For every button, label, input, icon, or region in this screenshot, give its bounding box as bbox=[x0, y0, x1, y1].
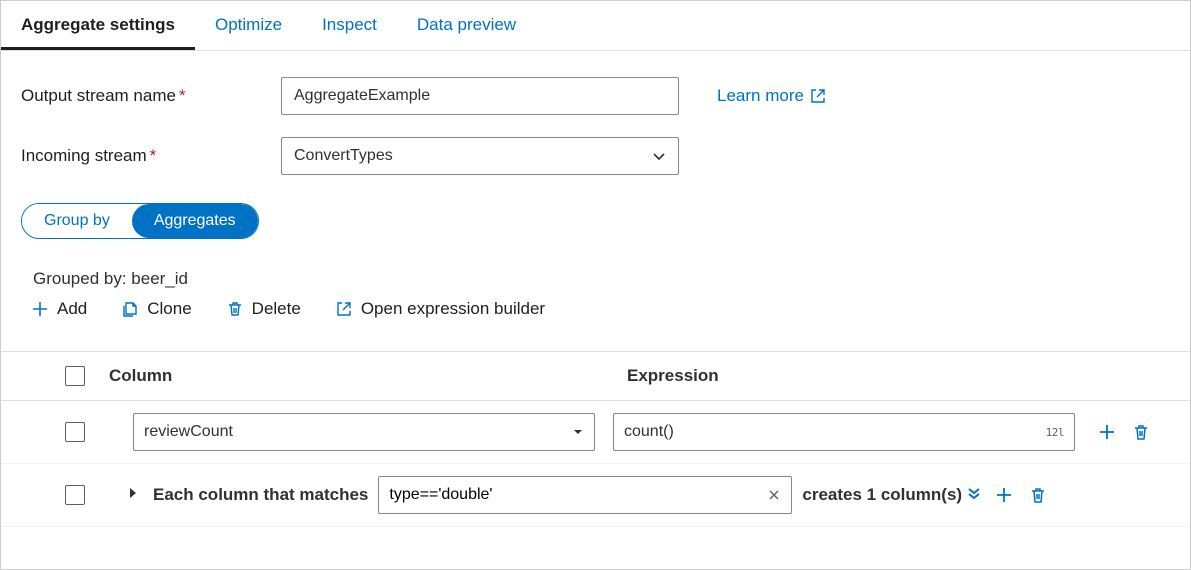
expand-columns-button[interactable] bbox=[966, 485, 982, 505]
add-row-button[interactable] bbox=[1097, 422, 1117, 442]
pattern-prefix: Each column that matches bbox=[153, 485, 368, 505]
open-expr-label: Open expression builder bbox=[361, 299, 545, 319]
trash-icon bbox=[1131, 422, 1151, 442]
add-label: Add bbox=[57, 299, 87, 319]
output-stream-input[interactable] bbox=[281, 77, 679, 115]
settings-tabs: Aggregate settings Optimize Inspect Data… bbox=[1, 1, 1190, 51]
caret-down-icon bbox=[572, 426, 584, 438]
copy-icon bbox=[121, 300, 139, 318]
expand-row-button[interactable] bbox=[127, 486, 139, 504]
output-stream-label-text: Output stream name bbox=[21, 86, 176, 105]
chevron-down-icon bbox=[652, 149, 666, 163]
required-indicator: * bbox=[179, 86, 186, 105]
match-pattern-input[interactable] bbox=[378, 476, 792, 514]
plus-icon bbox=[994, 485, 1014, 505]
incoming-stream-select[interactable]: ConvertTypes bbox=[281, 137, 679, 175]
trash-icon bbox=[226, 300, 244, 318]
add-button[interactable]: Add bbox=[31, 299, 87, 319]
expression-input[interactable]: count() 12l bbox=[613, 413, 1075, 451]
row-checkbox[interactable] bbox=[65, 422, 85, 442]
tab-data-preview[interactable]: Data preview bbox=[397, 1, 536, 50]
pattern-suffix: creates 1 column(s) bbox=[802, 485, 962, 505]
grouped-by-value: beer_id bbox=[131, 269, 188, 288]
toggle-aggregates[interactable]: Aggregates bbox=[132, 204, 258, 238]
trash-icon bbox=[1028, 485, 1048, 505]
column-header-expression: Expression bbox=[627, 366, 719, 386]
delete-row-button[interactable] bbox=[1131, 422, 1151, 442]
row-checkbox[interactable] bbox=[65, 485, 85, 505]
aggregates-toolbar: Add Clone Delete Open expression builder bbox=[31, 299, 1170, 319]
incoming-stream-label: Incoming stream* bbox=[21, 146, 281, 166]
type-badge: 12l bbox=[1046, 426, 1064, 439]
toggle-group-by[interactable]: Group by bbox=[22, 204, 132, 238]
clear-icon[interactable] bbox=[767, 488, 781, 502]
required-indicator: * bbox=[150, 146, 157, 165]
double-chevron-down-icon bbox=[966, 485, 982, 501]
learn-more-text: Learn more bbox=[717, 86, 804, 106]
row-actions bbox=[994, 485, 1048, 505]
tab-optimize[interactable]: Optimize bbox=[195, 1, 302, 50]
clone-button[interactable]: Clone bbox=[121, 299, 191, 319]
output-stream-label: Output stream name* bbox=[21, 86, 281, 106]
groupby-aggregates-toggle: Group by Aggregates bbox=[21, 203, 259, 239]
row-actions bbox=[1097, 422, 1151, 442]
external-link-icon bbox=[335, 300, 353, 318]
select-all-checkbox[interactable] bbox=[65, 366, 85, 386]
expression-value: count() bbox=[624, 423, 674, 441]
chevron-right-icon bbox=[127, 486, 139, 500]
grouped-by-label: Grouped by: beer_id bbox=[33, 269, 1170, 289]
table-row: reviewCount count() 12l bbox=[1, 401, 1190, 464]
column-select[interactable]: reviewCount bbox=[133, 413, 595, 451]
plus-icon bbox=[1097, 422, 1117, 442]
delete-label: Delete bbox=[252, 299, 301, 319]
incoming-stream-value: ConvertTypes bbox=[294, 147, 393, 165]
incoming-stream-label-text: Incoming stream bbox=[21, 146, 147, 165]
table-row: Each column that matches creates 1 colum… bbox=[1, 464, 1190, 527]
column-header-column: Column bbox=[109, 366, 627, 386]
incoming-stream-row: Incoming stream* ConvertTypes bbox=[21, 137, 1170, 175]
delete-button[interactable]: Delete bbox=[226, 299, 301, 319]
plus-icon bbox=[31, 300, 49, 318]
tab-aggregate-settings[interactable]: Aggregate settings bbox=[1, 1, 195, 50]
column-select-value: reviewCount bbox=[144, 423, 233, 441]
table-header: Column Expression bbox=[1, 351, 1190, 401]
tab-inspect[interactable]: Inspect bbox=[302, 1, 397, 50]
match-pattern-field[interactable] bbox=[389, 486, 767, 504]
clone-label: Clone bbox=[147, 299, 191, 319]
delete-row-button[interactable] bbox=[1028, 485, 1048, 505]
output-stream-row: Output stream name* Learn more bbox=[21, 77, 1170, 115]
add-row-button[interactable] bbox=[994, 485, 1014, 505]
learn-more-link[interactable]: Learn more bbox=[717, 86, 826, 106]
external-link-icon bbox=[810, 88, 826, 104]
open-expression-builder-button[interactable]: Open expression builder bbox=[335, 299, 545, 319]
grouped-by-prefix: Grouped by: bbox=[33, 269, 131, 288]
